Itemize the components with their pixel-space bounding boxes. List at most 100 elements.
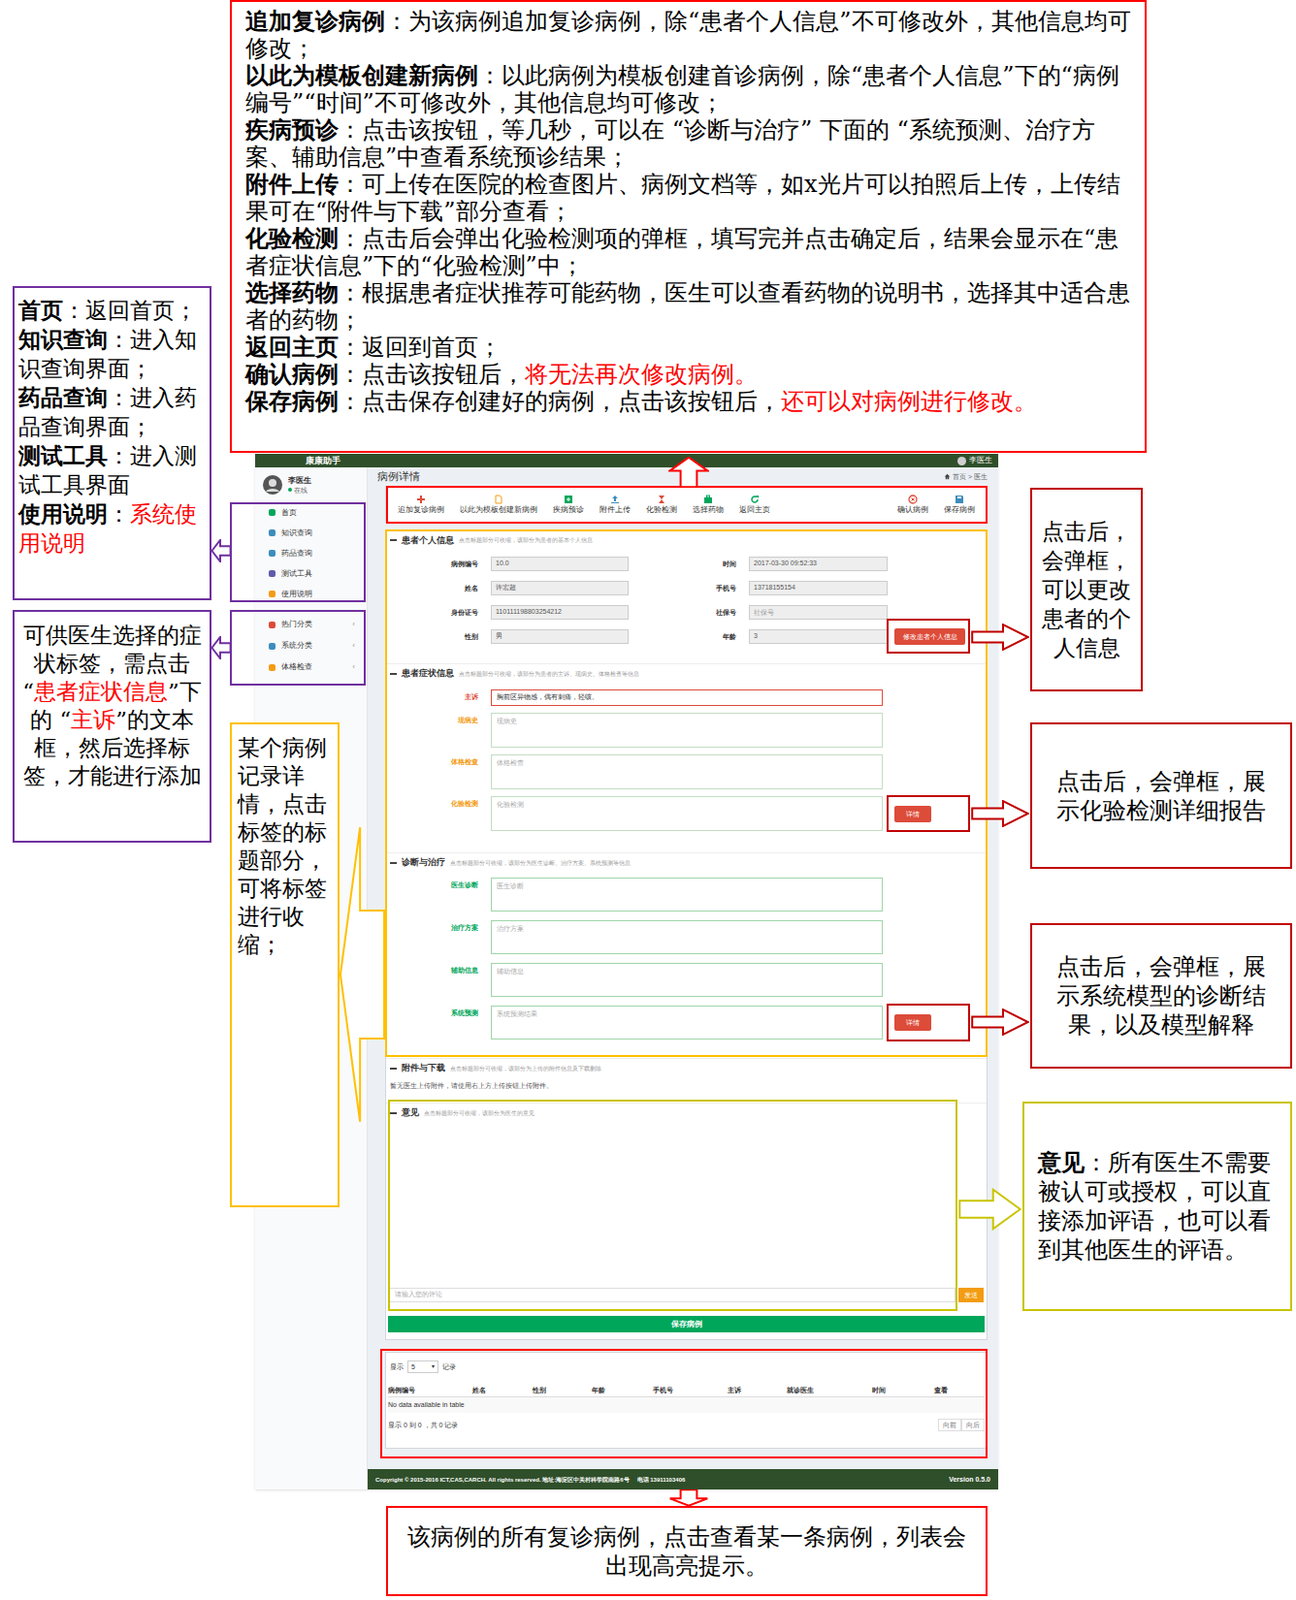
column-header[interactable]: 时间 bbox=[872, 1387, 935, 1394]
table-info: 显示 0 到 0 ，共 0 记录 bbox=[388, 1422, 458, 1429]
section-header[interactable]: 诊断与治疗点击标题部分可收缩，该部分为医生诊断、治疗方案、系统预测等信息 bbox=[386, 852, 987, 873]
tool-label[interactable]: 返回主页 bbox=[739, 506, 771, 515]
chevron-icon[interactable]: ‹ bbox=[352, 620, 356, 629]
note-plain: ：点击该按钮后， bbox=[338, 360, 525, 389]
pager-button[interactable]: 向后 bbox=[961, 1419, 985, 1432]
sidebar-label[interactable]: 首页 bbox=[281, 509, 297, 518]
section-title[interactable]: 意见 bbox=[401, 1108, 420, 1118]
category-item[interactable]: 热门分类 ‹ bbox=[255, 614, 367, 636]
column-header[interactable]: 性别 bbox=[532, 1387, 592, 1394]
user-name[interactable]: 李医生 bbox=[969, 456, 993, 465]
section-title[interactable]: 附件与下载 bbox=[401, 1064, 446, 1073]
column-header[interactable]: 就诊医生 bbox=[786, 1387, 873, 1394]
detail-button[interactable]: 详情 bbox=[894, 806, 932, 823]
sidebar-label[interactable]: 药品查询 bbox=[281, 550, 313, 558]
category-item[interactable]: 系统分类 ‹ bbox=[255, 635, 367, 657]
prediagnosis-button[interactable]: 疾病预诊 bbox=[550, 494, 586, 515]
text-area[interactable] bbox=[490, 1005, 883, 1040]
sidebar-item[interactable]: 使用说明 bbox=[255, 583, 367, 605]
text-field[interactable]: 3 bbox=[748, 629, 888, 645]
column-header[interactable]: 病例编号 bbox=[388, 1387, 473, 1394]
save-case-button[interactable]: 保存病例 bbox=[941, 494, 977, 515]
section-header[interactable]: 附件与下载点击标题部分可收缩，该部分为上传的附件信息及下载删除 bbox=[386, 1058, 987, 1078]
toolbar-left: 追加复诊病例 以此为模板创建新病例 疾病预诊 附件上传 化验检测 选择药物 返回主页 bbox=[395, 494, 773, 515]
text-field[interactable]: 男 bbox=[490, 629, 629, 645]
section-title[interactable]: 患者个人信息 bbox=[401, 536, 454, 546]
text-field[interactable]: 13718155154 bbox=[748, 581, 888, 596]
field-value-cell: 男 bbox=[490, 624, 629, 649]
text-area[interactable] bbox=[490, 754, 883, 790]
caret-icon[interactable]: ▾ bbox=[431, 1363, 435, 1370]
category-label[interactable]: 热门分类 bbox=[281, 620, 347, 629]
tool-label[interactable]: 以此为模板创建新病例 bbox=[459, 506, 538, 515]
comment-input[interactable] bbox=[388, 1288, 956, 1303]
sidebar-item[interactable]: 知识查询 bbox=[255, 522, 367, 544]
brand[interactable]: 康康助手 bbox=[305, 456, 341, 466]
text-field[interactable]: 10.0 bbox=[490, 556, 629, 572]
chevron-icon[interactable]: ‹ bbox=[352, 663, 356, 672]
text-field[interactable]: 110111198803254212 bbox=[490, 605, 629, 620]
tool-label[interactable]: 化验检测 bbox=[646, 506, 678, 515]
tool-label[interactable]: 追加复诊病例 bbox=[397, 506, 445, 515]
text-area[interactable] bbox=[490, 963, 883, 998]
sidebar-item[interactable]: 测试工具 bbox=[255, 563, 367, 584]
category-label[interactable]: 体格检查 bbox=[281, 663, 347, 672]
tool-label[interactable]: 附件上传 bbox=[599, 506, 631, 515]
field-label-cell: 手机号 bbox=[635, 576, 743, 601]
home-button[interactable]: 返回主页 bbox=[737, 494, 773, 515]
section-title[interactable]: 患者症状信息 bbox=[401, 669, 454, 679]
sidebar-item[interactable]: 药品查询 bbox=[255, 543, 367, 564]
select-drug-button[interactable]: 选择药物 bbox=[690, 494, 726, 515]
user-menu[interactable]: 李医生 bbox=[957, 456, 993, 466]
section-title[interactable]: 诊断与治疗 bbox=[401, 858, 446, 868]
add-followup-button[interactable]: 追加复诊病例 bbox=[395, 494, 447, 515]
save-button[interactable]: 保存病例 bbox=[388, 1316, 985, 1333]
footer-left: Copyright © 2015-2016 ICT,CAS,CARCH. All… bbox=[375, 1477, 685, 1484]
column-header[interactable]: 年龄 bbox=[591, 1387, 653, 1394]
tool-label[interactable]: 确认病例 bbox=[897, 506, 929, 515]
section-header[interactable]: 意见点击标题部分可收缩，该部分为医生的意见 bbox=[386, 1102, 987, 1123]
column-header[interactable]: 查看 bbox=[934, 1387, 985, 1394]
edit-patient-button[interactable]: 修改患者个人信息 bbox=[894, 628, 966, 646]
tool-label[interactable]: 疾病预诊 bbox=[552, 506, 584, 515]
column-header[interactable]: 姓名 bbox=[472, 1387, 533, 1394]
text-area[interactable] bbox=[490, 877, 883, 912]
template-button[interactable]: 以此为模板创建新病例 bbox=[457, 494, 540, 515]
text-area[interactable] bbox=[490, 796, 883, 832]
nav-icon bbox=[268, 509, 276, 517]
section-header[interactable]: 患者症状信息点击标题部分可收缩，该部分为患者的主诉、现病史、体格检查等信息 bbox=[386, 663, 987, 683]
text-field[interactable]: 2017-03-30 09:52:33 bbox=[748, 556, 888, 572]
column-header[interactable]: 手机号 bbox=[652, 1387, 728, 1394]
field-label: 身份证号 bbox=[451, 609, 479, 616]
text-field[interactable]: 胸前区异物感，偶有刺痛，轻咳。 bbox=[490, 689, 883, 707]
chevron-icon[interactable]: ‹ bbox=[352, 642, 356, 650]
field-label: 治疗方案 bbox=[451, 924, 479, 932]
footer: Copyright © 2015-2016 ICT,CAS,CARCH. All… bbox=[367, 1469, 999, 1491]
sidebar-label[interactable]: 测试工具 bbox=[281, 570, 313, 579]
category-item[interactable]: 体格检查 ‹ bbox=[255, 656, 367, 679]
category-icon bbox=[268, 643, 276, 650]
category-label[interactable]: 系统分类 bbox=[281, 642, 347, 650]
sidebar-item[interactable]: 首页 bbox=[255, 502, 367, 523]
note-term: 以此为模板创建新病例 bbox=[245, 61, 479, 90]
tool-label[interactable]: 保存病例 bbox=[943, 506, 975, 515]
text-field[interactable]: 许宏超 bbox=[490, 581, 629, 596]
upload-button[interactable]: 附件上传 bbox=[597, 494, 633, 515]
section-header[interactable]: 患者个人信息点击标题部分可收缩，该部分为患者的基本个人信息 bbox=[386, 530, 987, 551]
length-select[interactable]: 5▾ bbox=[407, 1360, 439, 1374]
tool-label[interactable]: 选择药物 bbox=[692, 506, 724, 515]
field-label: 性别 bbox=[464, 633, 479, 641]
send-button[interactable]: 发送 bbox=[958, 1288, 984, 1303]
lab-test-button[interactable]: 化验检测 bbox=[644, 494, 680, 515]
detail-button[interactable]: 详情 bbox=[894, 1014, 932, 1032]
confirm-button[interactable]: 确认病例 bbox=[895, 494, 931, 515]
breadcrumb-home[interactable]: 首页 bbox=[952, 473, 967, 481]
length-value[interactable]: 5 bbox=[411, 1363, 416, 1371]
sidebar-label[interactable]: 知识查询 bbox=[281, 529, 313, 538]
pager-button[interactable]: 向前 bbox=[938, 1419, 962, 1432]
text-field[interactable] bbox=[748, 605, 888, 620]
text-area[interactable] bbox=[490, 920, 883, 955]
sidebar-label[interactable]: 使用说明 bbox=[281, 590, 313, 599]
text-area[interactable] bbox=[490, 712, 883, 748]
column-header[interactable]: 主诉 bbox=[727, 1387, 787, 1394]
